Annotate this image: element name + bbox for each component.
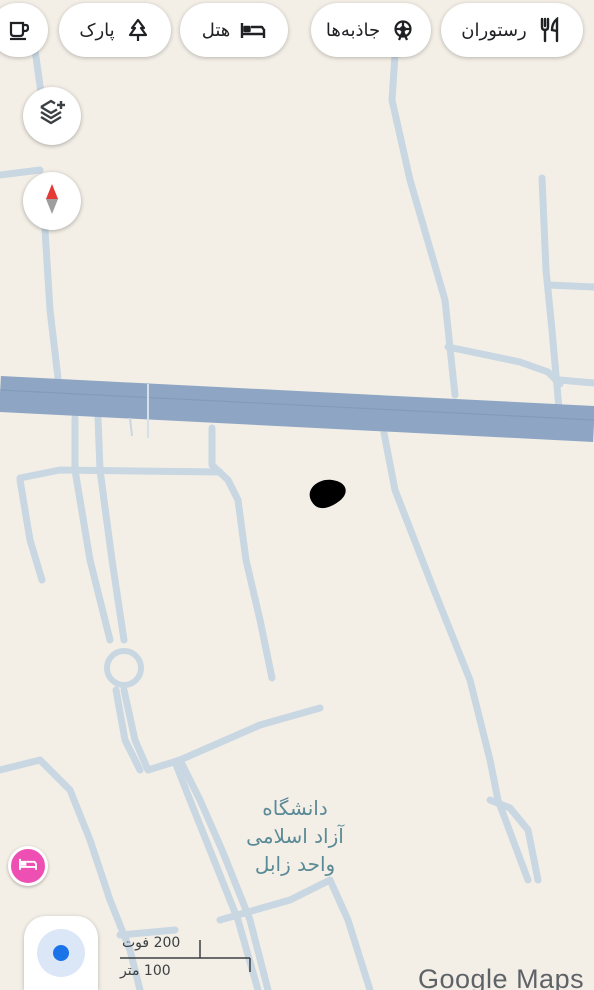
scale-meters: 100 متر — [120, 963, 171, 979]
layers-plus-icon — [37, 99, 67, 133]
map-canvas[interactable]: رستوران جاذبه‌ها هتل پارک — [0, 0, 594, 990]
bed-icon — [240, 17, 266, 43]
chip-restaurant-label: رستوران — [461, 19, 527, 41]
chip-park-label: پارک — [79, 19, 115, 41]
fork-knife-icon — [537, 17, 563, 43]
tree-icon — [125, 17, 151, 43]
layers-button[interactable] — [23, 87, 81, 145]
compass-button[interactable] — [23, 172, 81, 230]
my-location-button[interactable] — [24, 916, 98, 990]
bed-icon — [18, 856, 38, 876]
place-label-line-2: آزاد اسلامی — [246, 824, 344, 848]
chip-park[interactable]: پارک — [59, 3, 171, 57]
place-label-university[interactable]: دانشگاه آزاد اسلامی واحد زابل — [220, 794, 370, 878]
chip-attractions[interactable]: جاذبه‌ها — [311, 3, 431, 57]
google-maps-logo: Google Maps — [418, 964, 585, 990]
coffee-cup-icon — [6, 17, 32, 43]
scale-feet: 200 فوت — [122, 935, 181, 951]
place-label-line-3: واحد زابل — [254, 852, 336, 876]
chip-hotel-label: هتل — [201, 19, 231, 41]
compass-icon — [42, 182, 62, 220]
location-dot — [53, 945, 69, 961]
chip-restaurant[interactable]: رستوران — [441, 3, 583, 57]
ferris-wheel-icon — [390, 17, 416, 43]
hotel-pin[interactable] — [8, 846, 48, 886]
place-label-line-1: دانشگاه — [262, 796, 328, 820]
chip-attractions-label: جاذبه‌ها — [325, 19, 381, 41]
chip-hotel[interactable]: هتل — [180, 3, 288, 57]
drawn-blob — [309, 479, 346, 509]
